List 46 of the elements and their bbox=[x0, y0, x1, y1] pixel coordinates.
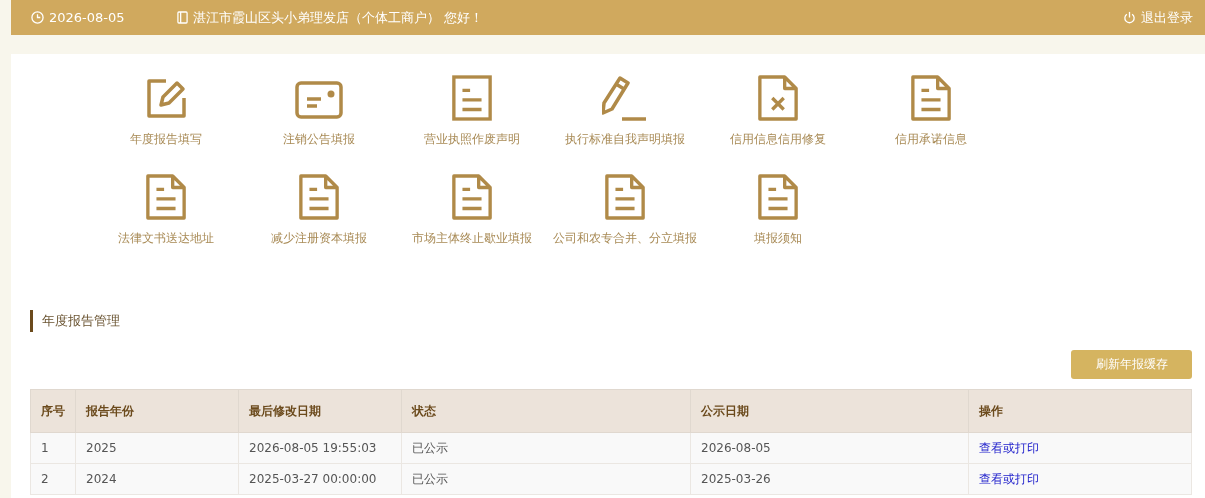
menu-tile[interactable]: 公司和农专合并、分立填报 bbox=[548, 173, 701, 272]
logout-link[interactable]: 退出登录 bbox=[1123, 8, 1193, 27]
refresh-button[interactable]: 刷新年报缓存 bbox=[1071, 350, 1192, 379]
menu-tile[interactable]: 填报须知 bbox=[701, 173, 854, 272]
document-icon bbox=[450, 173, 493, 221]
table-cell: 2025-03-27 00:00:00 bbox=[238, 463, 402, 495]
column-header: 状态 bbox=[401, 389, 691, 433]
clock-icon bbox=[31, 11, 44, 24]
column-header: 最后修改日期 bbox=[238, 389, 402, 433]
table-cell: 2026-08-05 bbox=[690, 432, 969, 464]
document-icon bbox=[297, 173, 340, 221]
book-icon bbox=[176, 11, 188, 24]
document-icon bbox=[909, 74, 952, 122]
table-cell: 2026-08-05 19:55:03 bbox=[238, 432, 402, 464]
section-title: 年度报告管理 bbox=[30, 310, 120, 332]
column-header: 序号 bbox=[30, 389, 76, 433]
menu-tile[interactable]: 市场主体终止歇业填报 bbox=[395, 173, 548, 272]
menu-tile[interactable]: 注销公告填报 bbox=[242, 74, 395, 173]
table-cell: 2025-03-26 bbox=[690, 463, 969, 495]
document-x-icon bbox=[756, 74, 799, 122]
column-header: 公示日期 bbox=[690, 389, 969, 433]
document-icon bbox=[450, 74, 493, 122]
table-cell: 1 bbox=[30, 432, 76, 464]
menu-tile[interactable]: 减少注册资本填报 bbox=[242, 173, 395, 272]
menu-tile[interactable]: 执行标准自我声明填报 bbox=[548, 74, 701, 173]
document-icon bbox=[144, 173, 187, 221]
table-cell: 已公示 bbox=[401, 463, 691, 495]
menu-tile[interactable]: 法律文书送达地址 bbox=[89, 173, 242, 272]
power-icon bbox=[1123, 11, 1136, 24]
table-cell: 2024 bbox=[75, 463, 239, 495]
view-print-link[interactable]: 查看或打印 bbox=[979, 440, 1039, 455]
menu-tile[interactable]: 信用承诺信息 bbox=[854, 74, 1007, 173]
table-cell: 已公示 bbox=[401, 432, 691, 464]
document-icon bbox=[603, 173, 646, 221]
greeting-text: 湛江市霞山区头小弟理发店（个体工商户） 您好！ bbox=[192, 8, 483, 27]
table-cell: 2 bbox=[30, 463, 76, 495]
menu-tile[interactable]: 营业执照作废声明 bbox=[395, 74, 548, 173]
column-header: 操作 bbox=[968, 389, 1192, 433]
menu-tile[interactable]: 年度报告填写 bbox=[89, 74, 242, 173]
document-icon bbox=[756, 173, 799, 221]
header-date: 2026-08-05 bbox=[49, 10, 125, 25]
pencil-icon bbox=[601, 74, 648, 122]
menu-tile[interactable]: 信用信息信用修复 bbox=[701, 74, 854, 173]
column-header: 报告年份 bbox=[75, 389, 239, 433]
table-cell: 2025 bbox=[75, 432, 239, 464]
view-print-link[interactable]: 查看或打印 bbox=[979, 471, 1039, 486]
